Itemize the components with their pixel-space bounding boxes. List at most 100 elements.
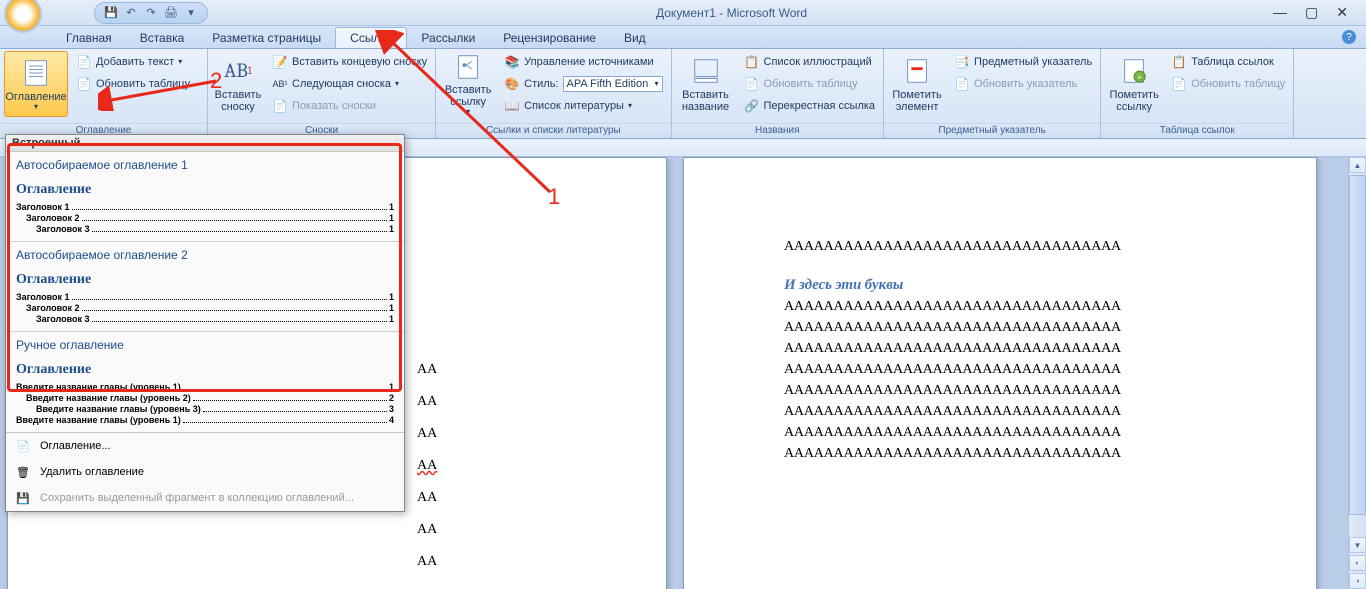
page2-line: АААААААААААААААААААААААААААААААААА <box>784 236 1216 257</box>
toc-button[interactable]: Оглавление ▾ <box>4 51 68 117</box>
toc-preview-heading: Оглавление <box>16 270 394 288</box>
show-notes-label: Показать сноски <box>292 100 376 112</box>
save-selection-icon: 💾 <box>14 489 32 507</box>
quick-access-toolbar: 💾 ↶ ↷ 🖨 ▾ <box>94 2 208 24</box>
insert-caption-button[interactable]: Вставить название <box>676 51 736 117</box>
toc-button-label: Оглавление <box>5 91 66 103</box>
mark-entry-button[interactable]: Пометить элемент <box>888 51 946 117</box>
gallery-item-manual[interactable]: Ручное оглавление Оглавление Введите наз… <box>6 332 404 432</box>
style-select[interactable]: APA Fifth Edition▾ <box>563 76 663 92</box>
scroll-thumb[interactable] <box>1349 175 1366 515</box>
group-footnotes: AB1 Вставить сноску 📝 Вставить концевую … <box>208 49 436 138</box>
update-auth-button: 📄 Обновить таблицу <box>1167 73 1289 94</box>
biblio-icon: 📖 <box>504 98 520 114</box>
scroll-down-button[interactable]: ▼ <box>1349 537 1366 553</box>
manage-sources-icon: 📚 <box>504 54 520 70</box>
svg-text:+: + <box>1138 72 1143 81</box>
tab-layout[interactable]: Разметка страницы <box>198 28 335 48</box>
update-captions-button: 📄 Обновить таблицу <box>740 73 880 94</box>
redo-icon[interactable]: ↷ <box>143 5 159 21</box>
qat-more-icon[interactable]: ▾ <box>183 5 199 21</box>
update-toc-label: Обновить таблицу <box>96 78 190 90</box>
insert-endnote-button[interactable]: 📝 Вставить концевую сноску <box>268 51 431 72</box>
insert-endnote-label: Вставить концевую сноску <box>292 56 427 68</box>
maximize-button[interactable]: ▢ <box>1305 4 1318 21</box>
update-toc-button[interactable]: 📄 Обновить таблицу <box>72 73 194 94</box>
menu-remove-toc[interactable]: 🗑 Удалить оглавление <box>6 459 404 485</box>
manage-sources-label: Управление источниками <box>524 56 653 68</box>
table-auth-button[interactable]: 📋 Таблица ссылок <box>1167 51 1289 72</box>
print-preview-icon[interactable]: 🖨 <box>163 5 179 21</box>
citation-style-row: 🎨 Стиль: APA Fifth Edition▾ <box>500 73 666 94</box>
mark-citation-button[interactable]: + Пометить ссылку <box>1105 51 1163 117</box>
menu-insert-toc[interactable]: 📄 Оглавление... <box>6 433 404 459</box>
menu-save-selection: 💾 Сохранить выделенный фрагмент в коллек… <box>6 485 404 511</box>
update-index-button: 📄 Обновить указатель <box>950 73 1096 94</box>
index-label: Предметный указатель <box>974 56 1092 68</box>
gallery-item-title: Автособираемое оглавление 1 <box>16 158 394 172</box>
prev-page-button[interactable]: ◐ <box>1349 555 1366 571</box>
page2-line: АААААААААААААААААААААААААААААААААА <box>784 422 1216 443</box>
menu-insert-toc-label: Оглавление... <box>40 440 111 452</box>
doc-icon: 📄 <box>14 437 32 455</box>
cross-ref-button[interactable]: 🔗 Перекрестная ссылка <box>740 95 880 116</box>
page2-line: АААААААААААААААААААААААААААААААААА <box>784 359 1216 380</box>
page2-line: АААААААААААААААААААААААААААААААААА <box>784 317 1216 338</box>
gallery-item-title: Автособираемое оглавление 2 <box>16 248 394 262</box>
tab-view[interactable]: Вид <box>610 28 660 48</box>
mark-entry-icon <box>901 55 933 87</box>
list-figures-button[interactable]: 📋 Список иллюстраций <box>740 51 880 72</box>
page2-line: АААААААААААААААААААААААААААААААААА <box>784 443 1216 464</box>
title-bar: 💾 ↶ ↷ 🖨 ▾ Документ1 - Microsoft Word — ▢… <box>0 0 1366 26</box>
show-notes-icon: 📄 <box>272 98 288 114</box>
insert-caption-label: Вставить название <box>678 89 734 113</box>
group-toc: Оглавление ▾ 📄 Добавить текст ▾ 📄 Обнови… <box>0 49 208 138</box>
cross-ref-icon: 🔗 <box>744 98 760 114</box>
gallery-header-builtin: Встроенный <box>6 135 404 152</box>
tab-mailings[interactable]: Рассылки <box>407 28 489 48</box>
add-text-button[interactable]: 📄 Добавить текст ▾ <box>72 51 194 72</box>
style-label: Стиль: <box>524 78 558 90</box>
tab-home[interactable]: Главная <box>52 28 126 48</box>
close-button[interactable]: ✕ <box>1336 4 1348 21</box>
insert-index-button[interactable]: 📑 Предметный указатель <box>950 51 1096 72</box>
toc-icon <box>20 57 52 89</box>
insert-citation-button[interactable]: Вставить ссылку ▾ <box>440 51 496 117</box>
annotation-label-1: 1 <box>548 184 560 210</box>
menu-save-selection-label: Сохранить выделенный фрагмент в коллекци… <box>40 492 354 504</box>
tab-references[interactable]: Ссылки <box>335 27 407 48</box>
tab-review[interactable]: Рецензирование <box>489 28 610 48</box>
next-footnote-button[interactable]: AB¹ Следующая сноска ▾ <box>268 73 431 94</box>
gallery-item-auto1[interactable]: Автособираемое оглавление 1 Оглавление З… <box>6 152 404 241</box>
scroll-up-button[interactable]: ▲ <box>1349 157 1366 173</box>
update-captions-label: Обновить таблицу <box>764 78 858 90</box>
bibliography-button[interactable]: 📖 Список литературы ▾ <box>500 95 666 116</box>
update-auth-label: Обновить таблицу <box>1191 78 1285 90</box>
footnote-icon: AB1 <box>222 55 254 87</box>
help-icon[interactable]: ? <box>1342 30 1356 44</box>
undo-icon[interactable]: ↶ <box>123 5 139 21</box>
save-icon[interactable]: 💾 <box>103 5 119 21</box>
manage-sources-button[interactable]: 📚 Управление источниками <box>500 51 666 72</box>
tab-insert[interactable]: Вставка <box>126 28 199 48</box>
gallery-footer: 📄 Оглавление... 🗑 Удалить оглавление 💾 С… <box>6 432 404 511</box>
window-controls: — ▢ ✕ <box>1255 4 1366 21</box>
next-footnote-icon: AB¹ <box>272 76 288 92</box>
next-footnote-label: Следующая сноска <box>292 78 391 90</box>
gallery-item-auto2[interactable]: Автособираемое оглавление 2 Оглавление З… <box>6 242 404 331</box>
endnote-icon: 📝 <box>272 54 288 70</box>
vertical-scrollbar[interactable]: ▲ ▼ ◐ ◑ <box>1348 157 1366 589</box>
gallery-item-title: Ручное оглавление <box>16 338 394 352</box>
next-page-button[interactable]: ◑ <box>1349 573 1366 589</box>
group-captions: Вставить название 📋 Список иллюстраций 📄… <box>672 49 885 138</box>
toc-preview-heading: Оглавление <box>16 180 394 198</box>
mark-entry-label: Пометить элемент <box>890 89 944 113</box>
page-2[interactable]: АААААААААААААААААААААААААААААААААА И зде… <box>683 157 1317 589</box>
minimize-button[interactable]: — <box>1273 4 1287 21</box>
caption-icon <box>690 55 722 87</box>
group-authorities: + Пометить ссылку 📋 Таблица ссылок 📄 Обн… <box>1101 49 1294 138</box>
list-figures-icon: 📋 <box>744 54 760 70</box>
style-icon: 🎨 <box>504 76 520 92</box>
index-icon: 📑 <box>954 54 970 70</box>
biblio-label: Список литературы <box>524 100 624 112</box>
